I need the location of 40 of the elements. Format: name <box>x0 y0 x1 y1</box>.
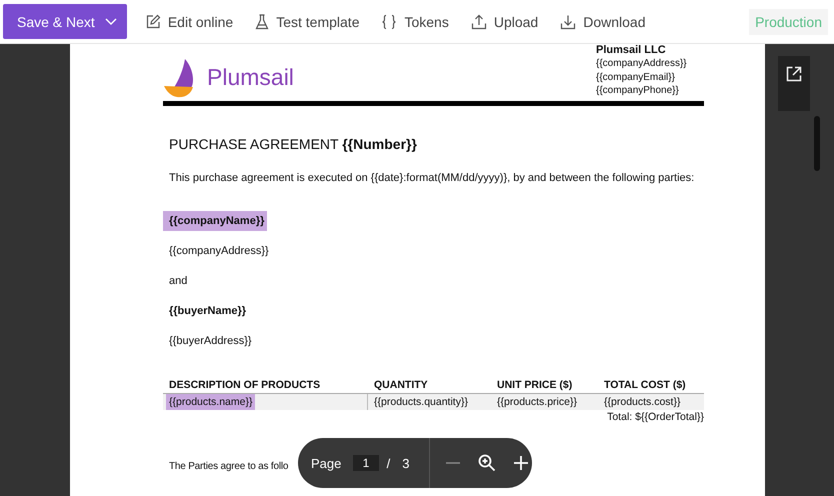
tokens-action-button[interactable]: Tokens <box>373 4 457 39</box>
table-cell: {{products.quantity}} <box>374 396 468 408</box>
edit-action-button[interactable]: Edit online <box>136 4 242 39</box>
test-action-button[interactable]: Test template <box>247 4 368 39</box>
company-name: Plumsail LLC <box>596 44 667 57</box>
table-cell: {{products.price}} <box>497 396 577 408</box>
save-and-next-button[interactable]: Save & Next <box>3 4 127 39</box>
zoom-in-magnifier-icon <box>478 454 496 472</box>
page-count: 3 <box>402 456 410 470</box>
scrollbar-thumb[interactable] <box>814 116 820 171</box>
pencil-icon <box>144 14 161 30</box>
table-cell: {{products.cost}} <box>604 396 680 408</box>
table-cell: {{products.name}} <box>166 394 256 410</box>
party-line: and <box>168 274 188 288</box>
header-line: {{companyAddress}} <box>596 57 688 70</box>
header-line: {{companyEmail}} <box>596 70 676 84</box>
document-title: PURCHASE AGREEMENT {{Number}} <box>169 136 418 152</box>
header-line: {{companyPhone}} <box>596 84 680 98</box>
external-link-icon <box>786 66 802 82</box>
upload-icon <box>470 14 487 30</box>
logo-wordmark: Plumsail <box>207 64 294 91</box>
environment-badge: Production <box>749 8 828 34</box>
download-icon <box>560 14 576 30</box>
closing-paragraph: The Parties agree to as follo <box>169 460 288 472</box>
intro-paragraph: This purchase agreement is executed on {{date}:format(MM/dd/yyyy)}, by and between the following parties: <box>169 170 696 186</box>
open-in-new-window-button[interactable] <box>778 56 810 111</box>
party-line: {{buyerAddress}} <box>168 334 253 348</box>
order-total: Total: ${{OrderTotal}} <box>607 410 704 422</box>
page-separator: / <box>386 456 390 470</box>
party-line: {{companyAddress}} <box>168 244 270 258</box>
plus-icon <box>513 455 530 471</box>
page-number-field[interactable]: 1 <box>353 455 379 471</box>
download-action-button[interactable]: Download <box>552 4 654 39</box>
flask-icon <box>255 14 270 30</box>
upload-action-button[interactable]: Upload <box>462 4 546 39</box>
minus-icon <box>445 462 462 464</box>
braces-icon <box>381 14 398 30</box>
party-line: {{buyerName}} <box>168 304 248 318</box>
chevron-down-icon <box>104 18 117 26</box>
page-label: Page <box>311 456 342 470</box>
